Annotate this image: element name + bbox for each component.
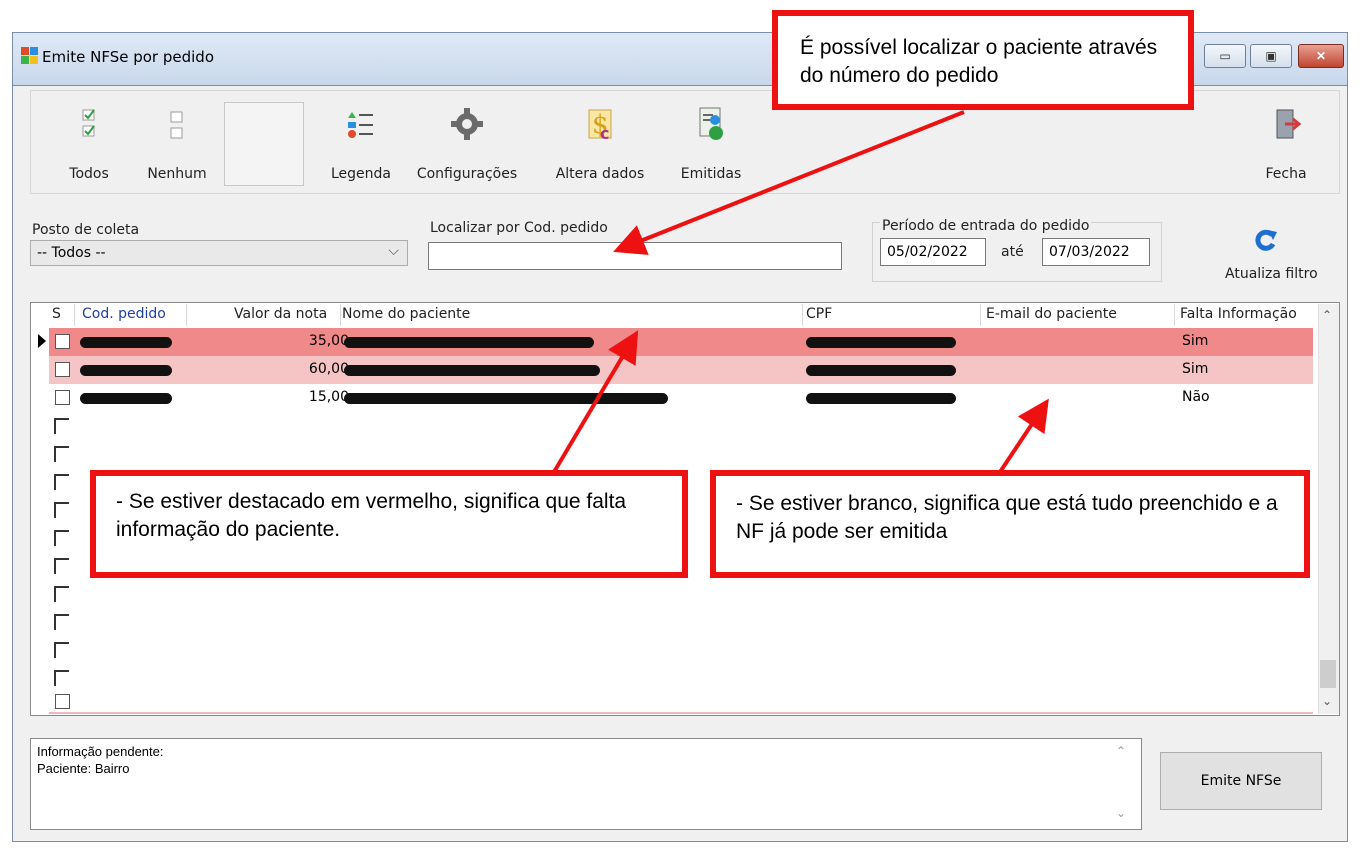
callout-localizar: É possível localizar o paciente através … (772, 10, 1194, 110)
annotation-arrows (552, 110, 1049, 474)
arrow-to-localizar (613, 110, 965, 255)
arrow-to-red-rows (552, 330, 639, 474)
callout-vermelho: - Se estiver destacado em vermelho, sign… (90, 470, 688, 578)
callout-branco: - Se estiver branco, significa que está … (710, 470, 1310, 578)
arrow-to-white-row (998, 398, 1049, 474)
